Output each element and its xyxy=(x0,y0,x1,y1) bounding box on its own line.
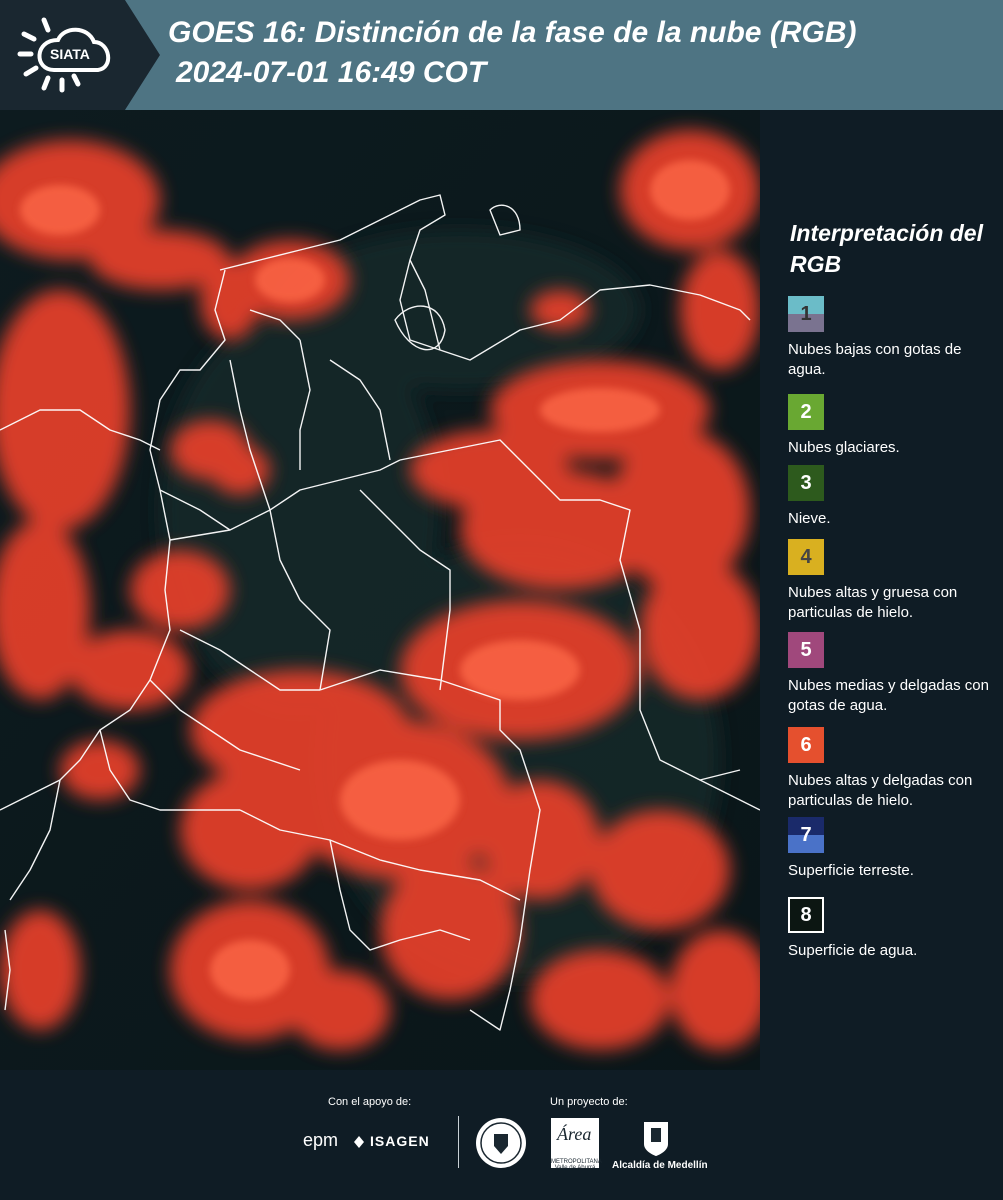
legend-panel: Interpretación del RGB 1 Nubes bajas con … xyxy=(760,110,1003,1070)
legend-swatch: 7 xyxy=(788,817,824,853)
legend-label: Nubes medias y delgadas con gotas de agu… xyxy=(788,677,989,714)
legend-number: 7 xyxy=(800,824,812,846)
footer: Con el apoyo de: Un proyecto de: epm ISA… xyxy=(0,1070,1003,1200)
project-label: Un proyecto de: xyxy=(550,1096,628,1108)
legend-number: 4 xyxy=(800,546,812,568)
legend-item: 1 Nubes bajas con gotas de agua. xyxy=(788,296,1003,380)
legend-label: Nieve. xyxy=(788,510,831,527)
legend-label: Nubes altas y gruesa con particulas de h… xyxy=(788,584,958,621)
isagen-logo[interactable]: ISAGEN xyxy=(352,1131,452,1155)
amva-subtitle: METROPOLITANA Valle de Aburrá xyxy=(551,1159,602,1171)
legend-number: 6 xyxy=(800,734,812,756)
legend-label: Nubes altas y delgadas con particulas de… xyxy=(788,772,973,809)
legend-swatch: 3 xyxy=(788,465,824,501)
legend-swatch: 6 xyxy=(788,727,824,763)
siata-logo-text: SIATA xyxy=(50,46,90,62)
page-title: GOES 16: Distinción de la fase de la nub… xyxy=(168,16,857,49)
isagen-logo-text: ISAGEN xyxy=(370,1133,430,1149)
legend-number: 1 xyxy=(800,303,812,325)
university-seal-icon[interactable] xyxy=(474,1116,528,1170)
satellite-map[interactable] xyxy=(0,110,760,1070)
siata-logo[interactable]: SIATA xyxy=(14,12,124,98)
legend-swatch: 8 xyxy=(788,897,824,933)
legend-label: Nubes glaciares. xyxy=(788,439,900,456)
legend-label: Superficie de agua. xyxy=(788,942,918,959)
legend-swatch: 2 xyxy=(788,394,824,430)
isagen-mark-icon xyxy=(354,1136,364,1148)
medellin-crest-icon[interactable] xyxy=(642,1120,670,1158)
legend-item: 5 Nubes medias y delgadas con gotas de ag… xyxy=(788,632,1003,716)
legend-number: 8 xyxy=(800,904,812,926)
legend-item: 8 Superficie de agua. xyxy=(788,897,1003,961)
header-banner: SIATA GOES 16: Distinción de la fase de … xyxy=(0,0,1003,110)
legend-swatch: 4 xyxy=(788,539,824,575)
legend-item: 2 Nubes glaciares. xyxy=(788,394,1003,458)
legend-swatch: 5 xyxy=(788,632,824,668)
legend-item: 6 Nubes altas y delgadas con particulas d… xyxy=(788,727,1003,811)
legend-number: 2 xyxy=(800,401,812,423)
support-label: Con el apoyo de: xyxy=(328,1096,412,1108)
legend-label: Superficie terreste. xyxy=(788,862,914,879)
legend-item: 7 Superficie terreste. xyxy=(788,817,1003,881)
legend-item: 3 Nieve. xyxy=(788,465,1003,529)
legend-title: Interpretación del RGB xyxy=(790,220,983,277)
epm-logo[interactable]: epm xyxy=(303,1130,338,1151)
amva-logo-name: Área xyxy=(557,1124,592,1144)
medellin-logo-text: Alcaldía de Medellín xyxy=(612,1160,708,1171)
footer-divider xyxy=(458,1116,459,1168)
legend-swatch: 1 xyxy=(788,296,824,332)
legend-number: 3 xyxy=(800,472,812,494)
legend-item: 4 Nubes altas y gruesa con particulas de … xyxy=(788,539,1003,623)
legend-label: Nubes bajas con gotas de agua. xyxy=(788,341,962,378)
legend-number: 5 xyxy=(800,639,812,661)
page-timestamp: 2024-07-01 16:49 COT xyxy=(176,56,487,89)
satellite-rgb-image xyxy=(0,110,760,1070)
